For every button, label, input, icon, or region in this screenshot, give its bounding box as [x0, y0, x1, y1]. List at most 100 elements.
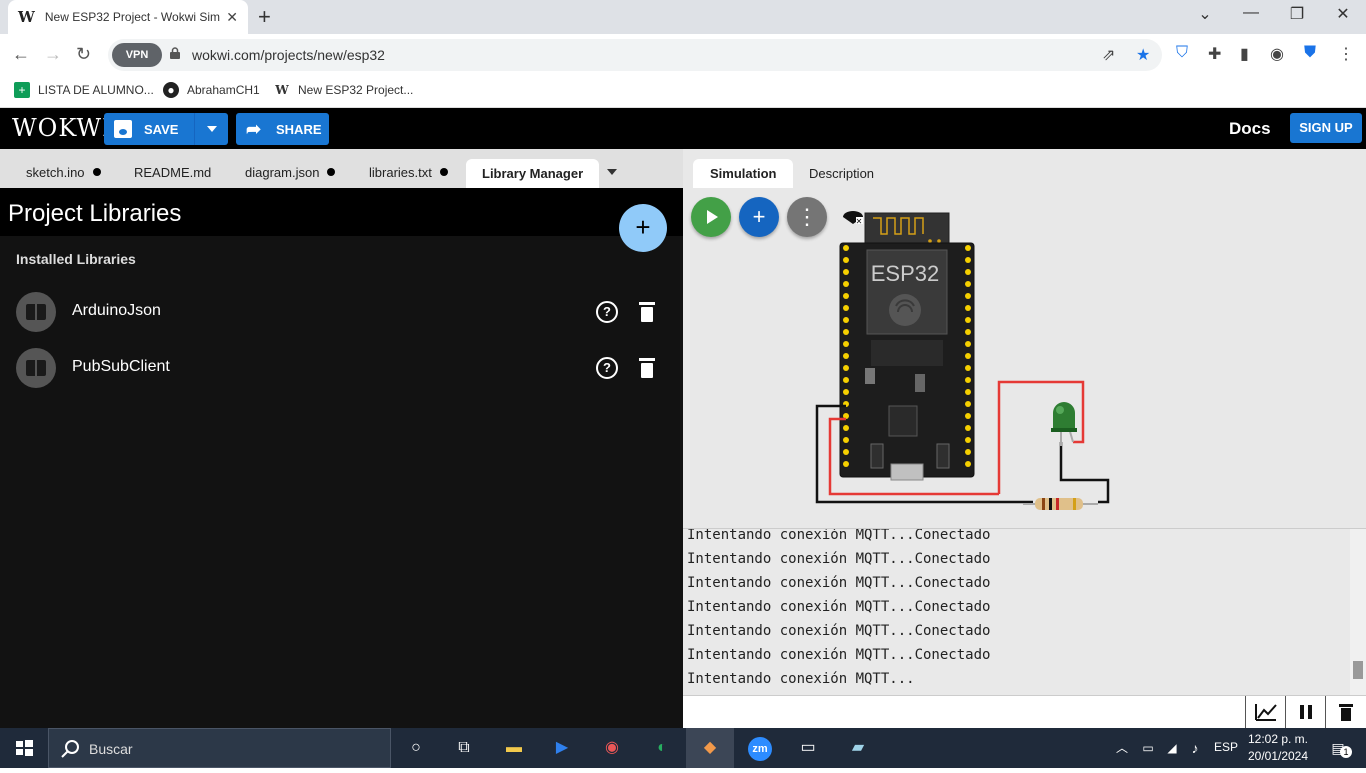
green-led[interactable] [1051, 402, 1077, 446]
wokwi-favicon-icon: W [18, 8, 35, 26]
battery-icon[interactable]: ▭ [1136, 728, 1160, 768]
add-library-button[interactable]: + [619, 204, 667, 252]
back-icon[interactable]: ← [12, 44, 30, 65]
save-disk-icon [114, 120, 132, 138]
tab-libraries-txt[interactable]: libraries.txt [369, 149, 448, 188]
language-indicator[interactable]: ESP [1214, 740, 1238, 754]
restore-button[interactable]: ❐ [1274, 4, 1320, 24]
scrollbar-thumb[interactable] [1353, 661, 1363, 679]
minimize-button[interactable]: — [1228, 4, 1274, 22]
cortana-icon[interactable]: ○ [392, 728, 440, 768]
close-tab-icon[interactable]: ✕ [226, 9, 238, 26]
profile-icon[interactable]: ◉ [1270, 44, 1284, 64]
serial-line: Intentando conexión MQTT...Conectado [687, 575, 991, 591]
library-name: ArduinoJson [72, 302, 161, 319]
share-button[interactable]: ➦ SHARE [236, 113, 329, 145]
editor-tabs: sketch.ino README.md diagram.json librar… [0, 149, 683, 188]
tab-sketch-ino[interactable]: sketch.ino [26, 149, 101, 188]
start-button[interactable] [0, 728, 48, 768]
plotter-button[interactable] [1245, 696, 1285, 728]
windows-logo-icon [16, 740, 33, 756]
task-view-icon[interactable]: ⧉ [440, 728, 488, 768]
library-manager-panel: Project Libraries + Installed Libraries … [0, 188, 683, 728]
tab-readme[interactable]: README.md [134, 149, 211, 188]
close-window-button[interactable]: ✕ [1320, 4, 1366, 24]
library-item: ArduinoJson ? [0, 284, 683, 340]
tab-simulation[interactable]: Simulation [693, 159, 794, 188]
brave-icon[interactable]: ◆ [686, 728, 734, 768]
save-button[interactable]: SAVE [104, 113, 228, 145]
trash-icon [1339, 704, 1353, 721]
clock[interactable]: 12:02 p. m. 20/01/2024 [1246, 731, 1310, 765]
save-label: SAVE [144, 122, 179, 137]
browser-toolbar: ← → ↻ VPN wokwi.com/projects/new/esp32 ⇗… [0, 34, 1366, 76]
side-panel-icon[interactable]: ▮ [1240, 44, 1249, 64]
share-label: SHARE [276, 122, 322, 137]
bookmark-item[interactable]: ● AbrahamCH1 [163, 82, 260, 98]
circuit-diagram: ✕ ESP32 [815, 211, 1110, 510]
chart-icon [1255, 704, 1277, 721]
lock-icon [170, 47, 180, 59]
volume-icon[interactable]: ♪ [1183, 728, 1207, 768]
delete-icon[interactable] [639, 358, 655, 378]
help-icon[interactable]: ? [596, 357, 618, 379]
esp32-board[interactable] [839, 212, 975, 481]
serial-line: Intentando conexión MQTT...Conectado [687, 528, 991, 543]
notifications-icon[interactable]: ▤ 1 [1318, 728, 1358, 768]
serial-line: Intentando conexión MQTT...Conectado [687, 551, 991, 567]
file-explorer-icon[interactable]: ▬ [490, 728, 538, 768]
tab-library-manager[interactable]: Library Manager [466, 159, 600, 188]
serial-input[interactable] [683, 696, 1245, 728]
simulation-canvas[interactable]: + ⋮ ✕ ESP32 [683, 188, 1366, 528]
signup-button[interactable]: SIGN UP [1290, 113, 1362, 143]
wokwi-icon: W [275, 83, 289, 97]
address-bar[interactable]: VPN wokwi.com/projects/new/esp32 ⇗ ★ [108, 39, 1162, 71]
resistor[interactable] [1023, 498, 1098, 510]
chrome-icon[interactable]: ◉ [588, 728, 636, 768]
edge-icon[interactable]: ◐ [638, 728, 686, 768]
media-player-icon[interactable]: ▶ [538, 728, 586, 768]
tab-diagram-json[interactable]: diagram.json [245, 149, 336, 188]
terminal-icon[interactable]: ▭ [784, 728, 832, 768]
clock-time: 12:02 p. m. [1247, 732, 1309, 746]
bookmarks-bar: + LISTA DE ALUMNO... ● AbrahamCH1 W New … [0, 76, 1366, 108]
vpn-badge[interactable]: VPN [112, 43, 162, 67]
tab-search-icon[interactable]: ⌄ [1182, 4, 1228, 24]
wire-black[interactable] [1059, 442, 1110, 504]
simulation-tabs: Simulation Description [683, 149, 1366, 188]
pause-button[interactable] [1285, 696, 1325, 728]
tabs-menu-chevron-icon[interactable] [607, 169, 617, 175]
bookmark-star-icon[interactable]: ★ [1136, 45, 1150, 65]
github-icon: ● [163, 82, 179, 98]
browser-tab[interactable]: W New ESP32 Project - Wokwi Sim ✕ [8, 0, 248, 34]
forward-icon[interactable]: → [44, 44, 62, 65]
brave-shield-icon[interactable]: ⛊ [1304, 44, 1316, 62]
zoom-icon[interactable]: zm [736, 728, 784, 768]
save-dropdown-button[interactable] [194, 113, 228, 145]
delete-icon[interactable] [639, 302, 655, 322]
new-tab-button[interactable]: + [258, 4, 271, 30]
notepad-icon[interactable]: ▰ [834, 728, 882, 768]
extensions-puzzle-icon[interactable]: ✚ [1208, 44, 1221, 64]
bookmark-label: AbrahamCH1 [187, 83, 260, 97]
tray-chevron-icon[interactable]: ︿ [1106, 728, 1138, 768]
serial-scrollbar[interactable] [1350, 529, 1366, 695]
svg-text:✕: ✕ [856, 217, 863, 226]
docs-link[interactable]: Docs [1229, 119, 1271, 139]
wokwi-logo[interactable]: WOKWI [12, 114, 113, 142]
wire-red[interactable] [997, 380, 1085, 494]
tab-label: README.md [134, 165, 212, 180]
tab-label: sketch.ino [26, 165, 85, 180]
help-icon[interactable]: ? [596, 301, 618, 323]
browser-menu-icon[interactable]: ⋮ [1338, 44, 1354, 64]
taskbar-search[interactable]: Buscar [48, 728, 391, 768]
bookmark-item[interactable]: + LISTA DE ALUMNO... [14, 82, 154, 98]
clear-serial-button[interactable] [1325, 696, 1365, 728]
reload-icon[interactable]: ↻ [76, 44, 91, 65]
network-icon[interactable]: ◢ [1160, 728, 1184, 768]
tab-description[interactable]: Description [792, 159, 891, 188]
share-page-icon[interactable]: ⇗ [1102, 45, 1115, 65]
extension-shield-icon[interactable]: ⛉ [1176, 44, 1188, 62]
bookmark-item[interactable]: W New ESP32 Project... [274, 82, 413, 98]
notification-count: 1 [1340, 746, 1352, 758]
